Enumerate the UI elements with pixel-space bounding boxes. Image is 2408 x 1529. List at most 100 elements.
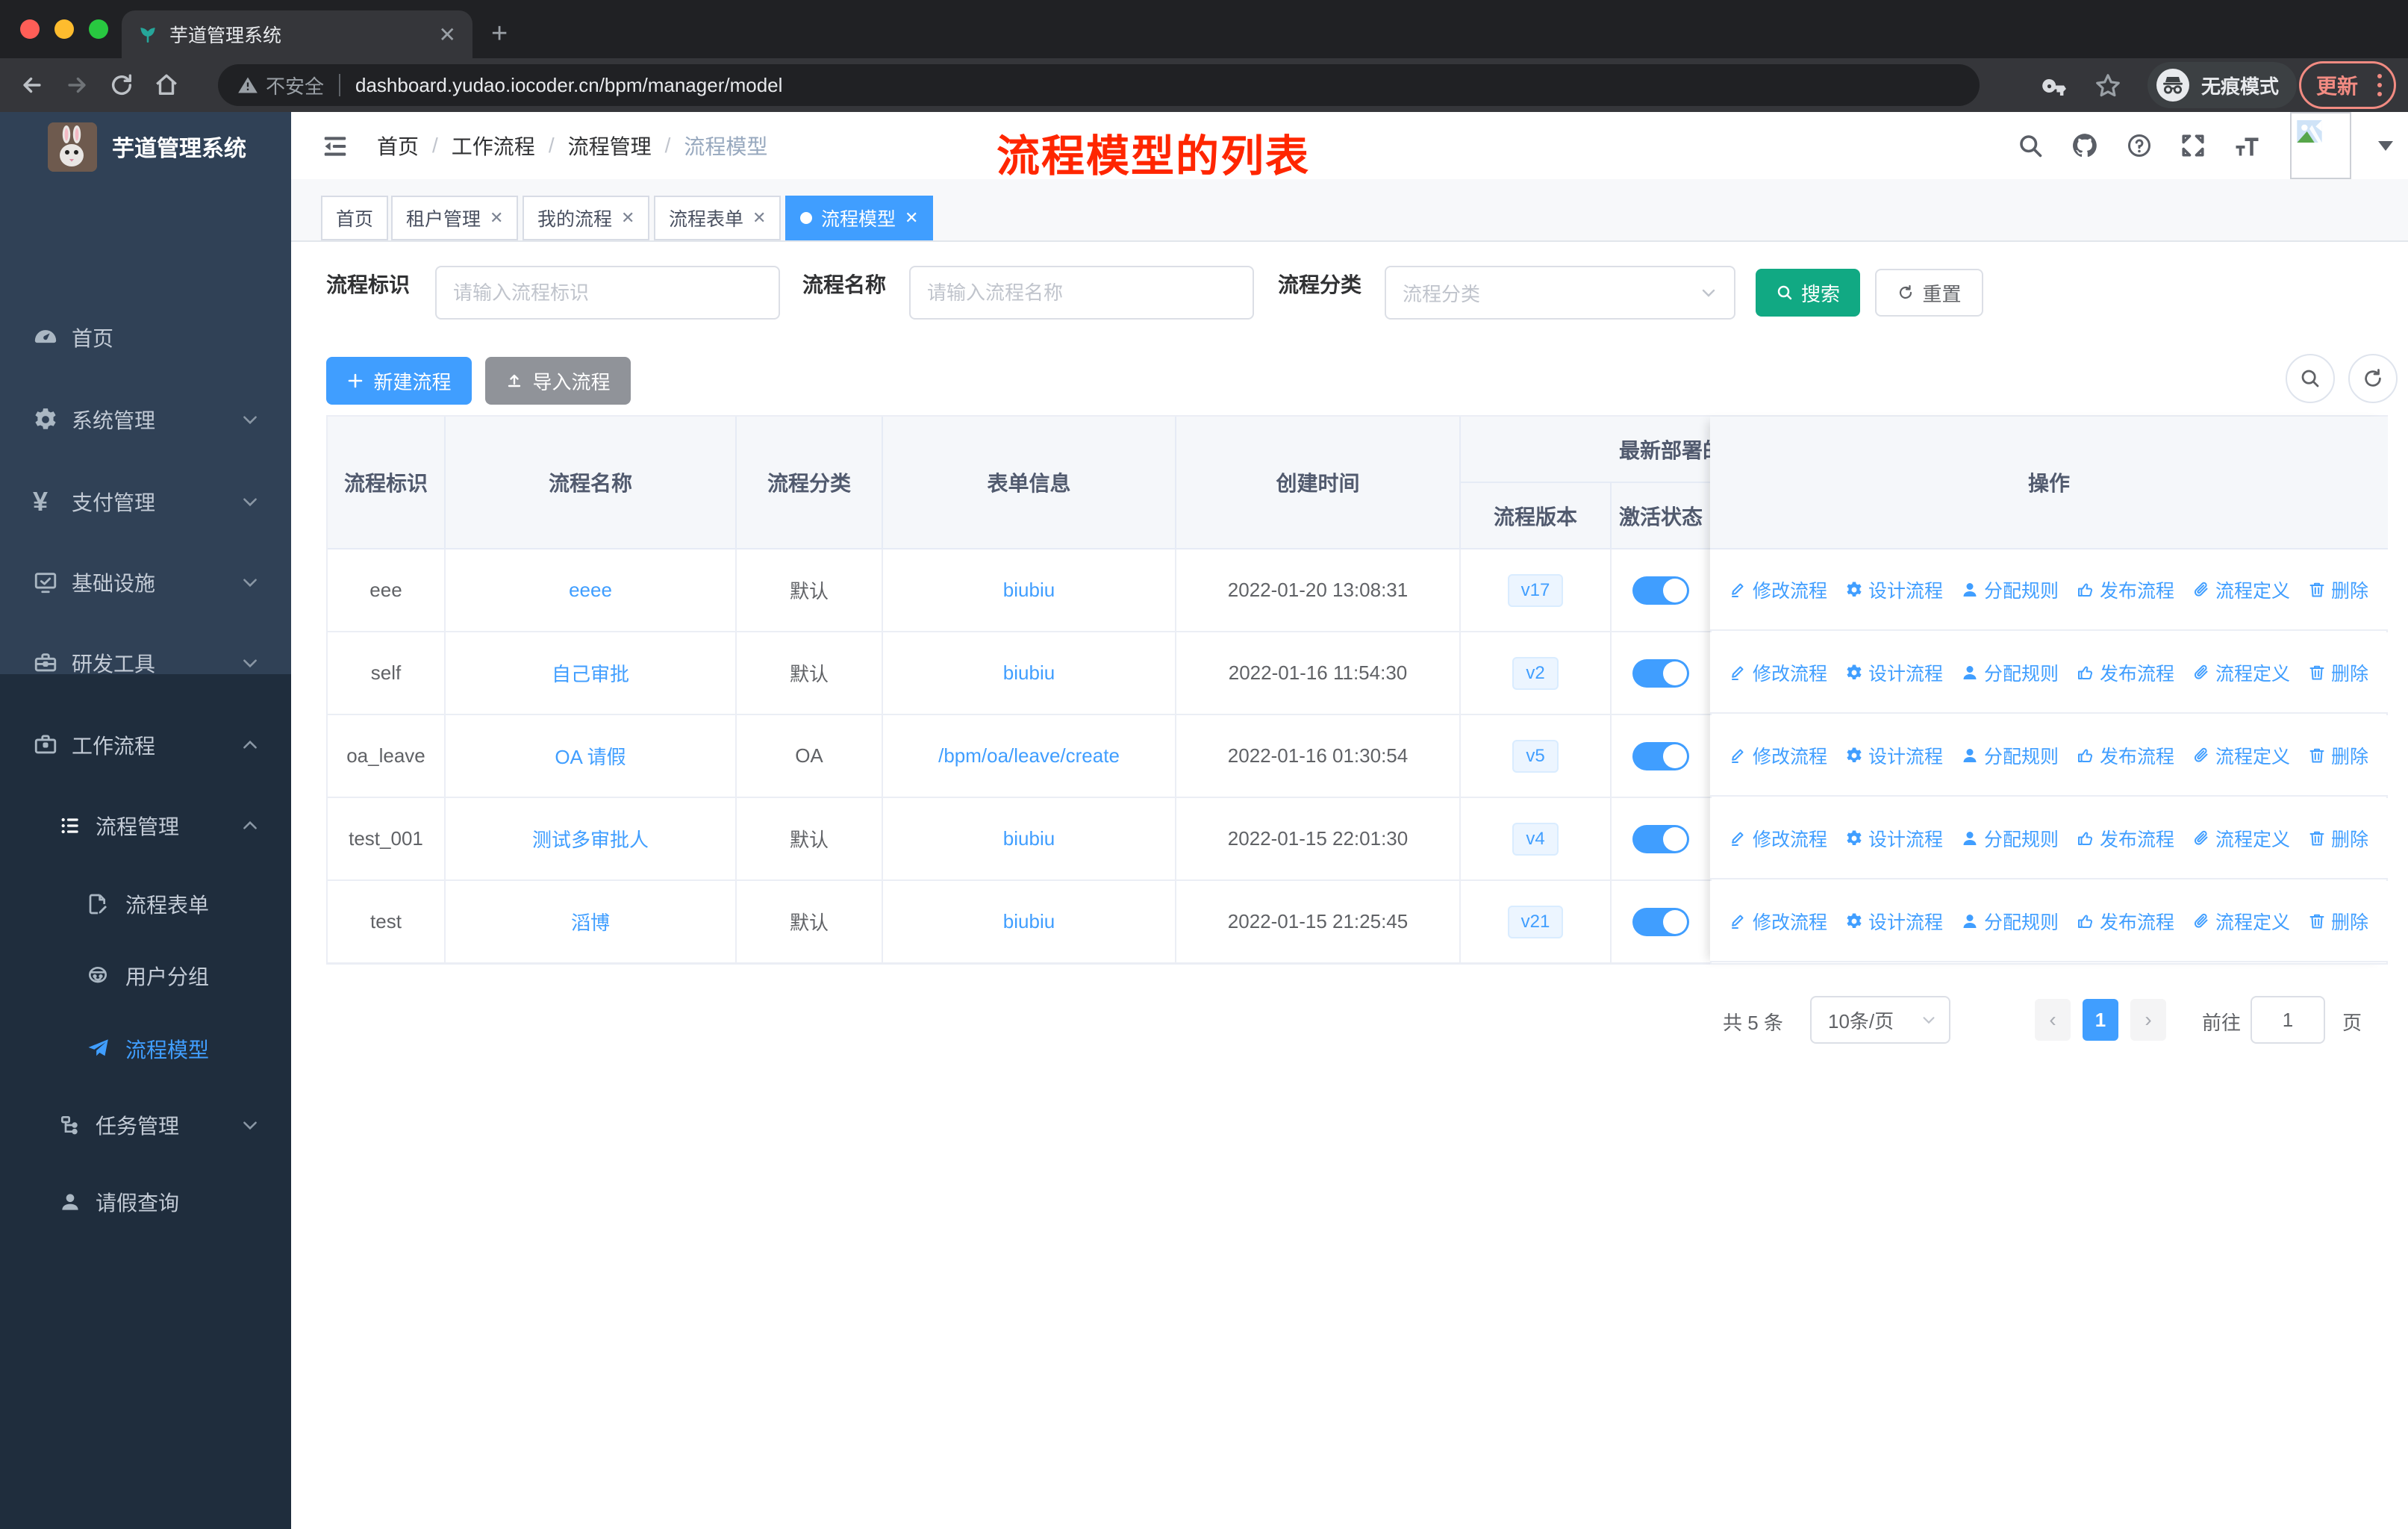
action-design-process[interactable]: 设计流程 — [1845, 742, 1943, 769]
breadcrumb-item[interactable]: 流程管理 — [568, 131, 652, 161]
close-icon[interactable]: ✕ — [752, 208, 766, 228]
password-key-icon[interactable] — [2042, 73, 2068, 100]
action-process-definition[interactable]: 流程定义 — [2192, 576, 2290, 603]
process-name-link[interactable]: eeee — [569, 579, 612, 602]
avatar-dropdown-icon[interactable] — [2378, 140, 2393, 151]
action-delete[interactable]: 删除 — [2308, 742, 2368, 769]
search-icon[interactable] — [2017, 132, 2044, 159]
sidebar-item-user-group[interactable]: 用户分组 — [0, 939, 291, 1012]
action-delete[interactable]: 删除 — [2308, 908, 2368, 935]
fullscreen-icon[interactable] — [2180, 132, 2206, 159]
action-edit-process[interactable]: 修改流程 — [1729, 742, 1827, 769]
action-design-process[interactable]: 设计流程 — [1845, 825, 1943, 852]
filter-id-input[interactable] — [435, 266, 780, 320]
version-badge[interactable]: v4 — [1512, 822, 1559, 856]
github-icon[interactable] — [2071, 131, 2099, 160]
tag-home[interactable]: 首页 — [321, 196, 389, 240]
help-icon[interactable] — [2126, 132, 2153, 159]
page-size-select[interactable]: 10条/页 — [1810, 996, 1950, 1044]
sidebar-item-process-form[interactable]: 流程表单 — [0, 868, 291, 940]
reset-button[interactable]: 重置 — [1875, 269, 1983, 317]
window-close-button[interactable] — [20, 19, 40, 39]
home-icon[interactable] — [154, 72, 179, 98]
process-name-link[interactable]: OA 请假 — [555, 742, 626, 770]
process-name-link[interactable]: 测试多审批人 — [532, 825, 649, 853]
active-toggle[interactable] — [1632, 658, 1689, 688]
action-publish-process[interactable]: 发布流程 — [2077, 742, 2174, 769]
action-edit-process[interactable]: 修改流程 — [1729, 576, 1827, 603]
action-process-definition[interactable]: 流程定义 — [2192, 659, 2290, 686]
sidebar-item-home[interactable]: 首页 — [0, 300, 291, 375]
next-page-button[interactable]: › — [2130, 999, 2166, 1041]
tag-my-process[interactable]: 我的流程 ✕ — [523, 196, 650, 240]
current-page-button[interactable]: 1 — [2083, 999, 2118, 1041]
form-link[interactable]: biubiu — [1003, 579, 1055, 602]
breadcrumb-item[interactable]: 首页 — [377, 131, 419, 161]
action-edit-process[interactable]: 修改流程 — [1729, 908, 1827, 935]
action-process-definition[interactable]: 流程定义 — [2192, 825, 2290, 852]
active-toggle[interactable] — [1632, 824, 1689, 853]
action-process-definition[interactable]: 流程定义 — [2192, 908, 2290, 935]
url-text[interactable]: dashboard.yudao.iocoder.cn/bpm/manager/m… — [355, 74, 782, 97]
sidebar-item-infrastructure[interactable]: 基础设施 — [0, 545, 291, 620]
action-design-process[interactable]: 设计流程 — [1845, 908, 1943, 935]
security-chip[interactable]: 不安全 — [237, 72, 324, 99]
close-icon[interactable]: ✕ — [490, 208, 503, 228]
new-tab-button[interactable]: + — [491, 19, 508, 48]
sidebar-item-devtools[interactable]: 研发工具 — [0, 626, 291, 700]
browser-tab[interactable]: 芋道管理系统 ✕ — [122, 10, 472, 58]
filter-category-select[interactable]: 流程分类 — [1385, 266, 1735, 320]
address-bar[interactable]: 不安全 dashboard.yudao.iocoder.cn/bpm/manag… — [218, 64, 1980, 106]
window-zoom-button[interactable] — [89, 19, 108, 39]
action-process-definition[interactable]: 流程定义 — [2192, 742, 2290, 769]
sidebar-item-system[interactable]: 系统管理 — [0, 382, 291, 457]
version-badge[interactable]: v17 — [1507, 573, 1564, 607]
reload-icon[interactable] — [109, 72, 134, 98]
action-edit-process[interactable]: 修改流程 — [1729, 825, 1827, 852]
avatar[interactable] — [2290, 112, 2351, 179]
version-badge[interactable]: v2 — [1512, 656, 1559, 690]
browser-menu-icon[interactable] — [2377, 74, 2382, 96]
tag-process-form[interactable]: 流程表单 ✕ — [654, 196, 782, 240]
action-assign-rule[interactable]: 分配规则 — [1961, 825, 2059, 852]
import-process-button[interactable]: 导入流程 — [485, 357, 631, 405]
tag-tenant[interactable]: 租户管理 ✕ — [391, 196, 519, 240]
create-process-button[interactable]: 新建流程 — [326, 357, 472, 405]
action-assign-rule[interactable]: 分配规则 — [1961, 742, 2059, 769]
font-size-icon[interactable] — [2233, 132, 2263, 159]
process-name-link[interactable]: 滔博 — [571, 908, 610, 935]
action-publish-process[interactable]: 发布流程 — [2077, 576, 2174, 603]
form-link[interactable]: biubiu — [1003, 827, 1055, 850]
goto-page-input[interactable] — [2251, 996, 2325, 1044]
action-edit-process[interactable]: 修改流程 — [1729, 659, 1827, 686]
process-name-link[interactable]: 自己审批 — [552, 659, 629, 687]
filter-name-input[interactable] — [909, 266, 1254, 320]
active-toggle[interactable] — [1632, 576, 1689, 605]
tab-close-icon[interactable]: ✕ — [439, 22, 456, 47]
sidebar-item-payment[interactable]: ¥ 支付管理 — [0, 464, 291, 539]
sidebar-item-process-mgmt[interactable]: 流程管理 — [0, 788, 291, 863]
breadcrumb-item[interactable]: 工作流程 — [452, 131, 535, 161]
window-minimize-button[interactable] — [54, 19, 74, 39]
close-icon[interactable]: ✕ — [621, 208, 634, 228]
sidebar-fold-icon[interactable] — [321, 132, 349, 161]
action-assign-rule[interactable]: 分配规则 — [1961, 576, 2059, 603]
version-badge[interactable]: v21 — [1507, 905, 1564, 938]
sidebar-item-workflow[interactable]: 工作流程 — [0, 708, 291, 782]
version-badge[interactable]: v5 — [1512, 739, 1559, 773]
action-assign-rule[interactable]: 分配规则 — [1961, 659, 2059, 686]
refresh-table-button[interactable] — [2348, 354, 2398, 403]
tag-process-model[interactable]: 流程模型 ✕ — [785, 196, 934, 240]
close-icon[interactable]: ✕ — [905, 208, 918, 228]
form-link[interactable]: /bpm/oa/leave/create — [938, 744, 1120, 767]
sidebar-item-process-model[interactable]: 流程模型 — [0, 1012, 291, 1085]
action-design-process[interactable]: 设计流程 — [1845, 659, 1943, 686]
search-button[interactable]: 搜索 — [1756, 269, 1860, 317]
action-publish-process[interactable]: 发布流程 — [2077, 908, 2174, 935]
action-publish-process[interactable]: 发布流程 — [2077, 825, 2174, 852]
form-link[interactable]: biubiu — [1003, 661, 1055, 685]
prev-page-button[interactable]: ‹ — [2035, 999, 2071, 1041]
active-toggle[interactable] — [1632, 741, 1689, 770]
app-logo-row[interactable]: 芋道管理系统 — [0, 119, 291, 194]
action-assign-rule[interactable]: 分配规则 — [1961, 908, 2059, 935]
